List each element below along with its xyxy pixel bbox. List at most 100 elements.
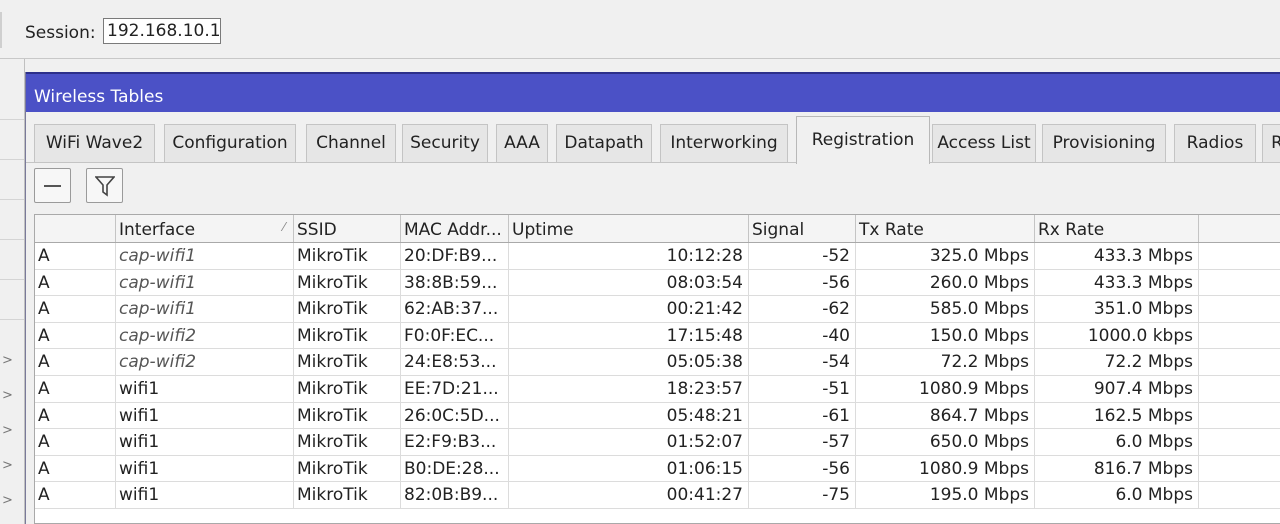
cell-tx: 260.0 Mbps xyxy=(856,269,1035,296)
chevron-icon[interactable]: > xyxy=(2,354,13,368)
cell-uptime: 05:05:38 xyxy=(509,349,749,375)
cell-signal: -52 xyxy=(749,243,856,269)
chevron-icon[interactable]: > xyxy=(2,494,13,508)
toolbar xyxy=(26,164,1280,210)
window-title[interactable]: Wireless Tables xyxy=(26,72,1280,112)
cell-extra xyxy=(1199,296,1280,322)
table-row[interactable]: Awifi1 MikroTik E2:F9:B3... 01:52:07 -57 650.… xyxy=(35,429,1280,456)
column-header-label: Interface xyxy=(119,220,196,240)
cell-tx: 195.0 Mbps xyxy=(856,482,1035,508)
cell-extra xyxy=(1199,323,1280,349)
table-row[interactable]: Acap-wifi2 MikroTik 24:E8:53... 05:05:38 -54… xyxy=(35,349,1280,376)
cell-uptime: 00:41:27 xyxy=(509,482,749,508)
filter-button[interactable] xyxy=(86,168,123,203)
cell-rx: 1000.0 kbps xyxy=(1035,322,1199,349)
registration-table: Interface ⁄ SSID MAC Addr... Uptime Signal Tx … xyxy=(34,214,1280,524)
cell-rx: 6.0 Mbps xyxy=(1035,482,1199,508)
cell-flag: A xyxy=(35,375,116,402)
cell-mac: EE:7D:21... xyxy=(401,375,509,402)
cell-ssid: MikroTik xyxy=(294,402,401,429)
cell-extra xyxy=(1199,482,1280,508)
tab-security[interactable]: Security xyxy=(402,124,488,162)
column-header-rx-rate-col[interactable]: Rx Rate xyxy=(1035,215,1199,242)
cell-ssid: MikroTik xyxy=(294,375,401,402)
toolbar-separator xyxy=(0,12,2,48)
cell-extra xyxy=(1199,349,1280,375)
cell-interface: wifi1 xyxy=(116,429,294,455)
cell-interface: cap-wifi1 xyxy=(116,269,294,296)
cell-signal: -56 xyxy=(749,455,856,482)
cell-signal: -61 xyxy=(749,402,856,429)
tab-channel[interactable]: Channel xyxy=(306,124,396,162)
cell-ssid: MikroTik xyxy=(294,269,401,296)
session-bar: Session: 192.168.10.1 xyxy=(0,0,1280,59)
cell-uptime: 08:03:54 xyxy=(509,269,749,296)
tab-radios[interactable]: Radios xyxy=(1174,124,1256,162)
table-row[interactable]: Acap-wifi1 MikroTik 38:8B:59... 08:03:54 -56… xyxy=(35,269,1280,297)
tab-interworking[interactable]: Interworking xyxy=(660,124,788,162)
column-header-flag-col[interactable] xyxy=(35,215,116,242)
cell-flag: A xyxy=(35,455,116,482)
table-row[interactable]: Acap-wifi2 MikroTik F0:0F:EC... 17:15:48 -40… xyxy=(35,322,1280,350)
cell-mac: 82:0B:B9... xyxy=(401,482,509,508)
session-label: Session: xyxy=(25,23,96,43)
tab-provisioning[interactable]: Provisioning xyxy=(1042,124,1166,162)
cell-uptime: 05:48:21 xyxy=(509,402,749,429)
cell-mac: 62:AB:37... xyxy=(401,296,509,322)
column-header-label: Signal xyxy=(752,220,805,240)
cell-rx: 433.3 Mbps xyxy=(1035,269,1199,296)
gutter-divider xyxy=(0,239,24,240)
column-header-label: Uptime xyxy=(512,220,574,240)
tab-access-list[interactable]: Access List xyxy=(932,124,1036,162)
cell-rx: 433.3 Mbps xyxy=(1035,243,1199,269)
table-row[interactable]: Awifi1 MikroTik EE:7D:21... 18:23:57 -51 1080… xyxy=(35,375,1280,403)
cell-rx: 162.5 Mbps xyxy=(1035,402,1199,429)
cell-tx: 1080.9 Mbps xyxy=(856,375,1035,402)
chevron-icon[interactable]: > xyxy=(2,459,13,473)
table-header: Interface ⁄ SSID MAC Addr... Uptime Signal Tx … xyxy=(35,215,1280,243)
column-header-uptime-col[interactable]: Uptime xyxy=(509,215,749,242)
cell-uptime: 18:23:57 xyxy=(509,375,749,402)
table-row[interactable]: Awifi1 MikroTik 82:0B:B9... 00:41:27 -75 195.… xyxy=(35,482,1280,509)
cell-interface: cap-wifi1 xyxy=(116,243,294,269)
cell-signal: -75 xyxy=(749,482,856,508)
tab-r[interactable]: R xyxy=(1262,124,1280,162)
column-header-mac-col[interactable]: MAC Addr... xyxy=(401,215,509,242)
cell-ssid: MikroTik xyxy=(294,455,401,482)
column-header-tx-rate-col[interactable]: Tx Rate xyxy=(856,215,1035,242)
tab-datapath[interactable]: Datapath xyxy=(556,124,652,162)
cell-mac: 24:E8:53... xyxy=(401,349,509,375)
cell-flag: A xyxy=(35,269,116,296)
cell-rx: 351.0 Mbps xyxy=(1035,296,1199,322)
tab-wifi-wave2[interactable]: WiFi Wave2 xyxy=(34,124,155,162)
column-header-label: SSID xyxy=(297,220,337,240)
cell-tx: 650.0 Mbps xyxy=(856,429,1035,455)
cell-interface: wifi1 xyxy=(116,402,294,429)
cell-mac: 38:8B:59... xyxy=(401,269,509,296)
remove-button[interactable] xyxy=(34,168,71,203)
table-row[interactable]: Awifi1 MikroTik B0:DE:28... 01:06:15 -56 1080… xyxy=(35,455,1280,483)
cell-uptime: 17:15:48 xyxy=(509,322,749,349)
column-header-interface-col[interactable]: Interface ⁄ xyxy=(116,215,294,242)
tab-configuration[interactable]: Configuration xyxy=(164,124,296,162)
tab-registration[interactable]: Registration xyxy=(796,116,930,164)
tab-aaa[interactable]: AAA xyxy=(496,124,548,162)
table-row[interactable]: Acap-wifi1 MikroTik 20:DF:B9... 10:12:28 -52… xyxy=(35,243,1280,270)
column-header-signal-col[interactable]: Signal xyxy=(749,215,856,242)
chevron-icon[interactable]: > xyxy=(2,424,13,438)
column-header-ssid-col[interactable]: SSID xyxy=(294,215,401,242)
cell-tx: 325.0 Mbps xyxy=(856,243,1035,269)
cell-flag: A xyxy=(35,349,116,375)
cell-uptime: 01:06:15 xyxy=(509,455,749,482)
column-header-extra-col[interactable] xyxy=(1199,215,1280,242)
cell-extra xyxy=(1199,429,1280,455)
column-header-label: Tx Rate xyxy=(859,220,924,240)
cell-signal: -62 xyxy=(749,296,856,322)
cell-flag: A xyxy=(35,402,116,429)
table-row[interactable]: Awifi1 MikroTik 26:0C:5D... 05:48:21 -61 864.… xyxy=(35,402,1280,430)
table-row[interactable]: Acap-wifi1 MikroTik 62:AB:37... 00:21:42 -62… xyxy=(35,296,1280,323)
cell-extra xyxy=(1199,270,1280,296)
cell-flag: A xyxy=(35,322,116,349)
session-input[interactable]: 192.168.10.1 xyxy=(103,18,221,44)
chevron-icon[interactable]: > xyxy=(2,389,13,403)
